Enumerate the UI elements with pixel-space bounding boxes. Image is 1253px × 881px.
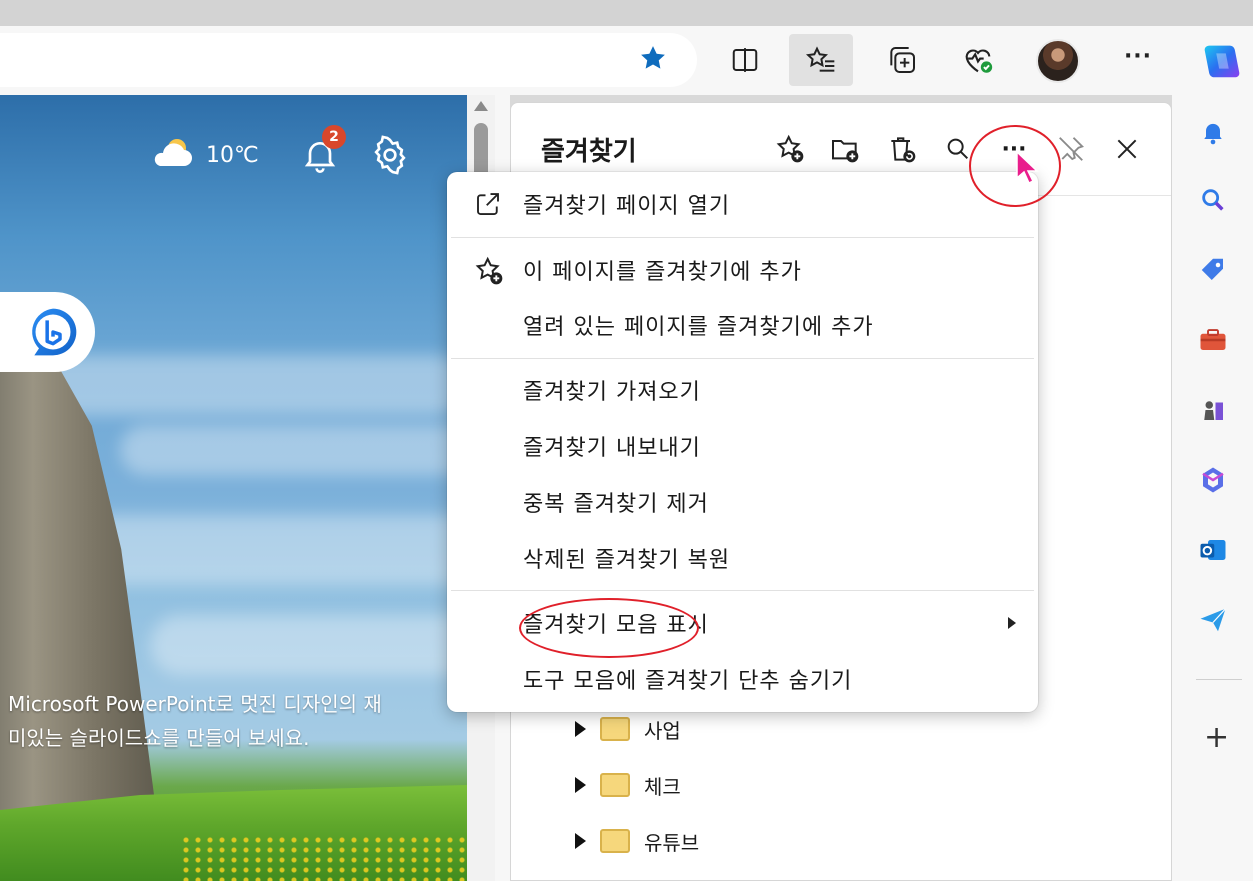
- address-bar[interactable]: [0, 33, 697, 87]
- weather-temp: 10℃: [206, 142, 259, 168]
- menu-separator: [451, 590, 1034, 591]
- menu-item-label: 도구 모음에 즐겨찾기 단추 숨기기: [523, 669, 853, 694]
- favorites-icon[interactable]: [789, 34, 853, 86]
- folder-icon: [600, 773, 630, 797]
- annotation-circle: [519, 598, 699, 658]
- add-icon[interactable]: +: [1204, 720, 1229, 755]
- notification-badge: 2: [322, 125, 346, 149]
- deleted-favorites-icon[interactable]: [882, 129, 922, 169]
- cloud-band: [120, 425, 467, 475]
- split-screen-icon[interactable]: [713, 34, 777, 86]
- add-folder-icon[interactable]: [825, 129, 865, 169]
- weather-cloud-icon: [150, 136, 196, 174]
- menu-item-label: 즐겨찾기 페이지 열기: [523, 194, 731, 219]
- outlook-icon[interactable]: [1196, 533, 1230, 567]
- games-chess-icon[interactable]: [1196, 393, 1230, 427]
- scroll-up-arrow-icon[interactable]: [474, 101, 488, 111]
- tab-strip: [0, 0, 1253, 26]
- folder-icon: [600, 829, 630, 853]
- flowers: [180, 835, 467, 881]
- edge-sidebar: +: [1172, 95, 1253, 881]
- copilot-icon[interactable]: [1199, 38, 1245, 84]
- submenu-arrow-icon: [1008, 617, 1016, 629]
- folder-name: 유튜브: [644, 830, 700, 855]
- close-icon[interactable]: [1107, 129, 1147, 169]
- menu-item-label: 즐겨찾기 가져오기: [523, 380, 701, 405]
- more-icon[interactable]: ···: [1118, 44, 1158, 76]
- menu-item-label: 즐겨찾기 내보내기: [523, 436, 701, 461]
- caption-line: Microsoft PowerPoint로 멋진 디자인의 재: [8, 692, 382, 716]
- star-filled-icon[interactable]: [636, 41, 670, 75]
- settings-gear-icon[interactable]: [370, 135, 410, 175]
- menu-item-label: 중복 즐겨찾기 제거: [523, 492, 709, 517]
- menu-item-import-favorites[interactable]: 즐겨찾기 가져오기: [447, 364, 1038, 416]
- menu-item-export-favorites[interactable]: 즐겨찾기 내보내기: [447, 420, 1038, 472]
- menu-item-label: 이 페이지를 즐겨찾기에 추가: [523, 260, 802, 285]
- tools-briefcase-icon[interactable]: [1196, 323, 1230, 357]
- folder-icon: [600, 717, 630, 741]
- folder-name: 사업: [644, 718, 681, 743]
- menu-item-open-favorites-page[interactable]: 즐겨찾기 페이지 열기: [447, 178, 1038, 230]
- add-favorite-icon[interactable]: [770, 129, 810, 169]
- folder-item[interactable]: 체크: [575, 765, 681, 805]
- menu-item-add-this-page[interactable]: 이 페이지를 즐겨찾기에 추가: [447, 244, 1038, 296]
- shopping-tag-icon[interactable]: [1196, 253, 1230, 287]
- notification-icon[interactable]: [1196, 115, 1230, 149]
- background-caption[interactable]: Microsoft PowerPoint로 멋진 디자인의 재 미있는 슬라이드…: [8, 687, 467, 755]
- menu-item-hide-favorites-button[interactable]: 도구 모음에 즐겨찾기 단추 숨기기: [447, 653, 1038, 705]
- menu-item-restore-deleted[interactable]: 삭제된 즐겨찾기 복원: [447, 532, 1038, 584]
- star-add-icon: [473, 255, 503, 285]
- favorites-panel-title: 즐겨찾기: [541, 137, 637, 167]
- microsoft-365-icon[interactable]: [1196, 463, 1230, 497]
- cloud-band: [150, 615, 467, 675]
- menu-item-remove-duplicates[interactable]: 중복 즐겨찾기 제거: [447, 476, 1038, 528]
- folder-item[interactable]: 사업: [575, 709, 681, 749]
- expand-arrow-icon[interactable]: [575, 777, 586, 793]
- expand-arrow-icon[interactable]: [575, 721, 586, 737]
- mouse-cursor-icon: [1014, 150, 1040, 186]
- menu-item-add-open-pages[interactable]: 열려 있는 페이지를 즐겨찾기에 추가: [447, 299, 1038, 351]
- caption-line: 미있는 슬라이드쇼를 만들어 보세요.: [8, 726, 310, 750]
- menu-item-label: 열려 있는 페이지를 즐겨찾기에 추가: [523, 315, 874, 340]
- send-paperplane-icon[interactable]: [1196, 603, 1230, 637]
- bing-chat-icon: [31, 308, 76, 356]
- menu-separator: [451, 237, 1034, 238]
- new-tab-background: 10℃ 2 Microsoft PowerPoint로 멋진 디자인의 재 미있…: [0, 95, 467, 881]
- collections-icon[interactable]: [870, 34, 934, 86]
- sidebar-divider: [1196, 679, 1242, 680]
- open-external-icon: [473, 189, 503, 219]
- folder-item[interactable]: 유튜브: [575, 821, 699, 861]
- folder-name: 체크: [644, 774, 681, 799]
- menu-separator: [451, 358, 1034, 359]
- menu-item-label: 삭제된 즐겨찾기 복원: [523, 548, 731, 573]
- weather-widget[interactable]: 10℃: [150, 137, 259, 173]
- bing-chat-button[interactable]: [0, 292, 95, 372]
- browser-essentials-icon[interactable]: [946, 34, 1010, 86]
- expand-arrow-icon[interactable]: [575, 833, 586, 849]
- search-icon[interactable]: [1196, 183, 1230, 217]
- toolbar: ···: [0, 26, 1253, 95]
- profile-avatar[interactable]: [1036, 39, 1080, 83]
